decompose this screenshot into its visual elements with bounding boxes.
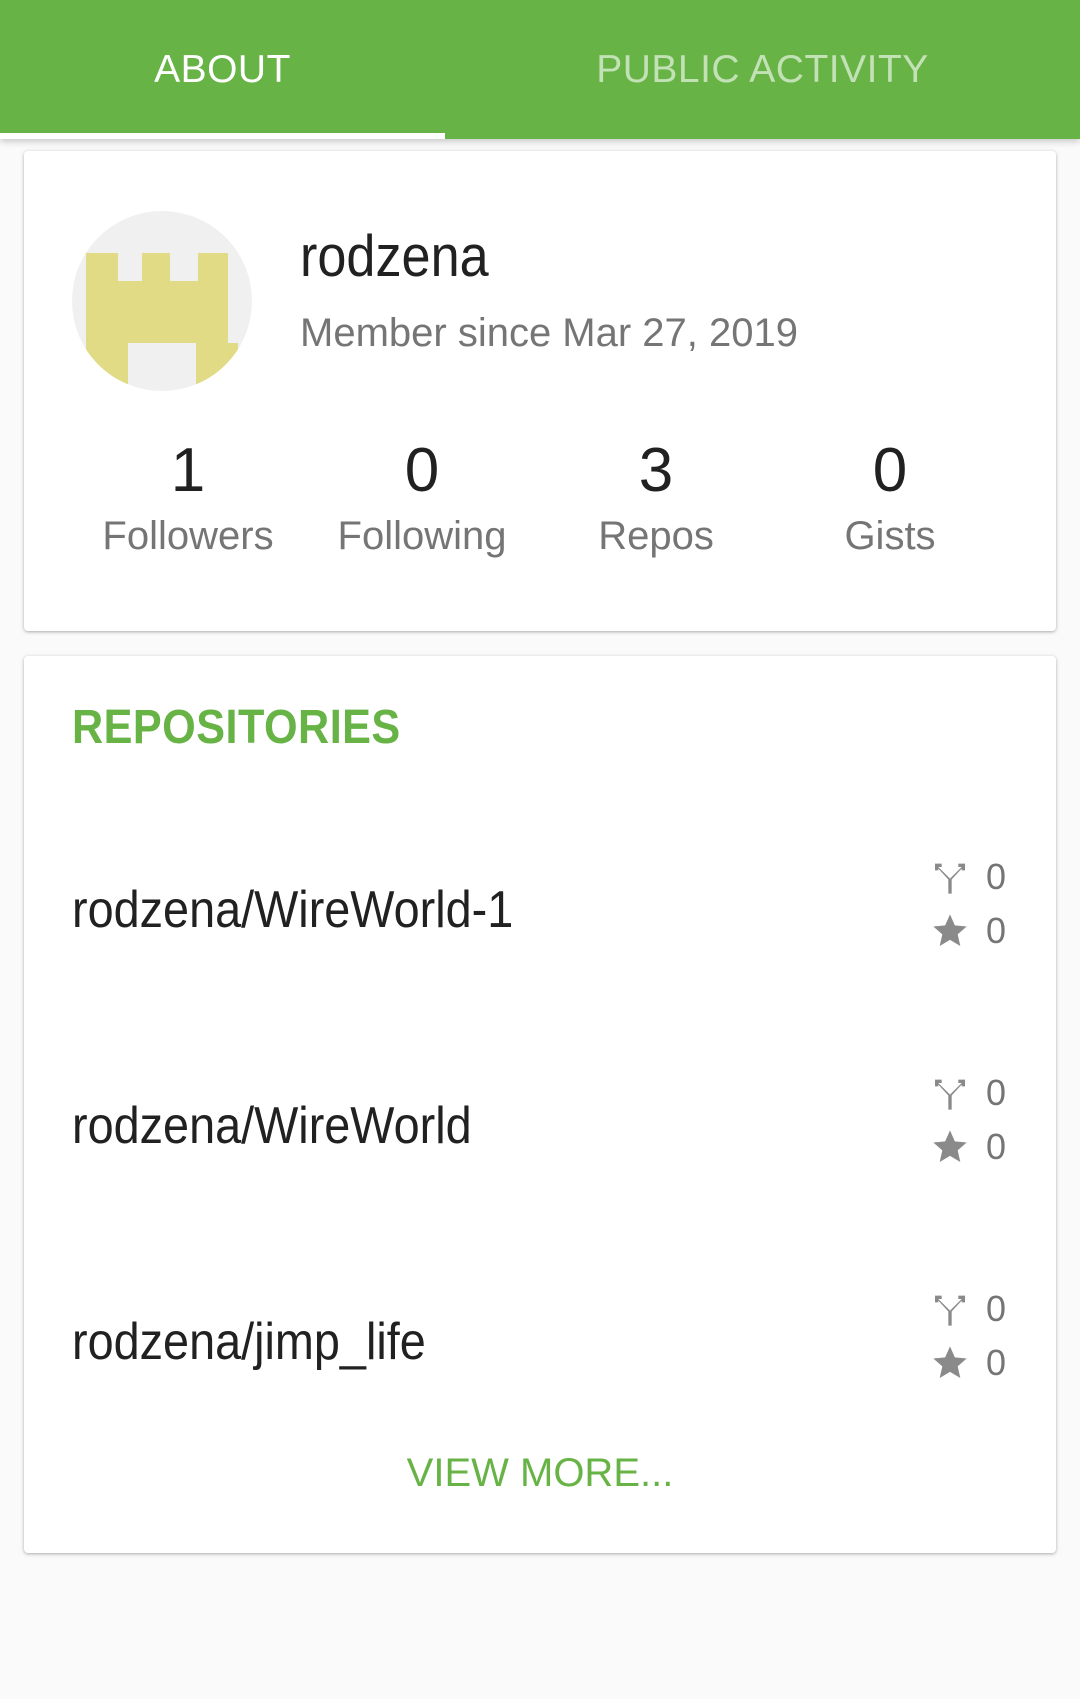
repo-stats: 0 0 xyxy=(930,1282,1010,1390)
star-icon xyxy=(933,1130,967,1162)
repo-stats: 0 0 xyxy=(930,850,1010,958)
stat-value: 0 xyxy=(872,436,908,505)
repo-name: rodzena/jimp_life xyxy=(72,1313,426,1371)
tab-bar: ABOUT PUBLIC ACTIVITY xyxy=(0,0,1080,139)
stat-value: 3 xyxy=(638,436,674,505)
identicon-avatar-icon xyxy=(86,253,238,391)
stat-value: 0 xyxy=(404,436,440,505)
fork-count: 0 xyxy=(986,856,1007,897)
repo-stats: 0 0 xyxy=(930,1066,1010,1174)
star-icon xyxy=(933,914,967,946)
tab-indicator xyxy=(0,133,445,139)
tab-public-activity[interactable]: PUBLIC ACTIVITY xyxy=(525,0,1000,139)
stat-value: 1 xyxy=(170,436,206,505)
fork-icon xyxy=(935,1295,965,1326)
stat-gists[interactable]: 0 Gists xyxy=(773,436,1007,559)
fork-count: 0 xyxy=(986,1072,1007,1113)
repo-name: rodzena/WireWorld-1 xyxy=(72,881,514,939)
stat-label: Followers xyxy=(102,514,274,558)
stat-label: Repos xyxy=(598,514,714,558)
section-title: REPOSITORIES xyxy=(72,701,401,754)
repo-row[interactable]: rodzena/jimp_life 0 0 xyxy=(24,1262,1056,1422)
profile-card: rodzena Member since Mar 27, 2019 1 Foll… xyxy=(24,151,1056,631)
star-count: 0 xyxy=(986,1342,1007,1383)
repo-name: rodzena/WireWorld xyxy=(72,1097,472,1155)
fork-icon xyxy=(935,1079,965,1110)
stat-repos[interactable]: 3 Repos xyxy=(539,436,773,559)
stat-label: Gists xyxy=(844,514,936,558)
star-count: 0 xyxy=(986,1126,1007,1167)
repo-row[interactable]: rodzena/WireWorld-1 0 0 xyxy=(24,830,1056,990)
repo-row[interactable]: rodzena/WireWorld 0 0 xyxy=(24,1046,1056,1206)
view-more-button[interactable]: VIEW MORE... xyxy=(24,1451,1056,1496)
fork-icon xyxy=(935,863,965,894)
star-icon xyxy=(933,1346,967,1378)
avatar[interactable] xyxy=(72,211,252,391)
star-count: 0 xyxy=(986,910,1007,951)
stat-label: Following xyxy=(337,514,507,558)
stat-followers[interactable]: 1 Followers xyxy=(71,436,305,559)
stat-following[interactable]: 0 Following xyxy=(305,436,539,559)
tab-about[interactable]: ABOUT xyxy=(0,0,445,139)
username: rodzena xyxy=(300,224,489,289)
repositories-card: REPOSITORIES rodzena/WireWorld-1 0 0 rod… xyxy=(24,656,1056,1553)
member-since: Member since Mar 27, 2019 xyxy=(300,311,799,355)
fork-count: 0 xyxy=(986,1288,1007,1329)
